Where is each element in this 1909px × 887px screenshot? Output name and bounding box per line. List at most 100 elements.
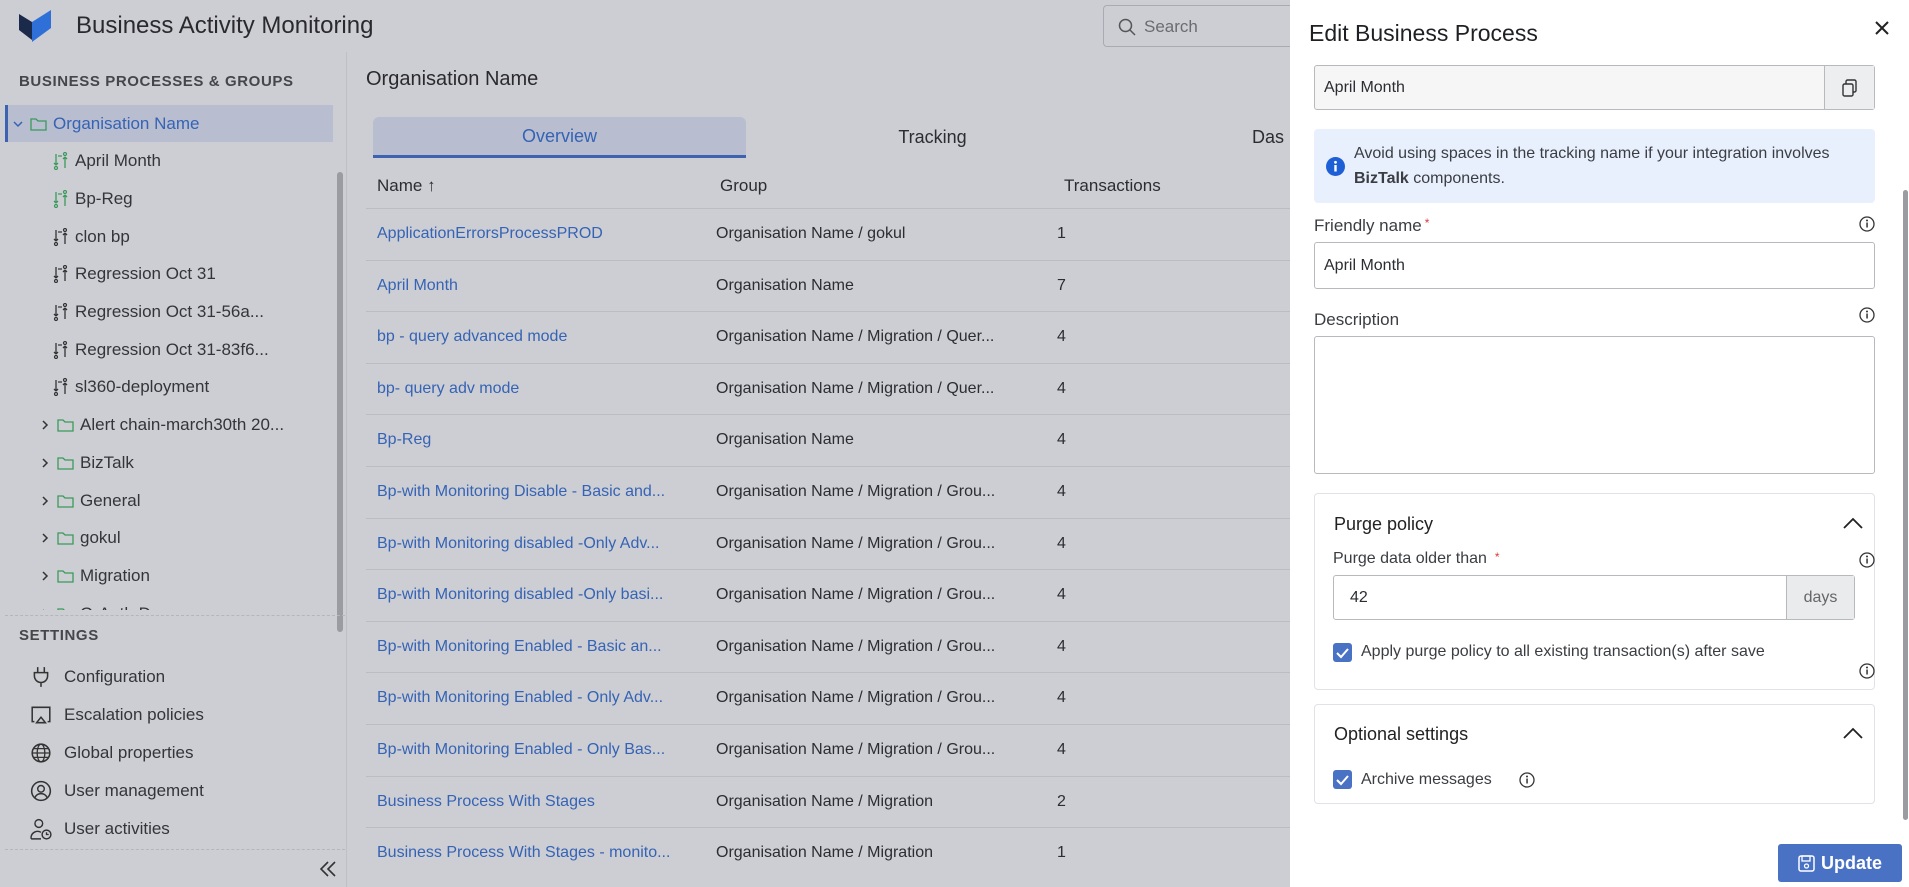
tab-overview[interactable]: Overview <box>373 117 746 158</box>
chevron-up-icon[interactable] <box>1842 516 1864 530</box>
chevron-right-icon[interactable] <box>39 570 51 582</box>
tree-label: gokul <box>80 528 121 548</box>
process-name-link[interactable]: Business Process With Stages - monito... <box>377 844 697 862</box>
process-name-link[interactable]: Bp-Reg <box>377 431 697 449</box>
group-cell: Organisation Name / Migration / Quer... <box>716 379 995 397</box>
tree-process[interactable]: sl360-deployment <box>5 369 333 406</box>
tree-process[interactable]: Regression Oct 31-83f6... <box>5 331 333 368</box>
table-row[interactable]: Bp-with Monitoring disabled -Only Adv...… <box>366 517 1290 570</box>
group-cell: Organisation Name <box>716 431 854 449</box>
info-icon[interactable] <box>1859 552 1875 568</box>
chevron-down-icon[interactable] <box>12 118 24 130</box>
table-row[interactable]: Business Process With Stages Organisation… <box>366 775 1290 828</box>
table-row[interactable]: April Month Organisation Name 7 <box>366 259 1290 312</box>
tree-group[interactable]: Migration <box>5 557 333 594</box>
search-placeholder: Search <box>1144 17 1198 36</box>
tree-group[interactable]: Alert chain-march30th 20... <box>5 407 333 444</box>
table-row[interactable]: Bp-with Monitoring Enabled - Basic an...… <box>366 620 1290 673</box>
copy-icon <box>1841 78 1857 97</box>
process-name-link[interactable]: bp- query adv mode <box>377 380 697 398</box>
friendly-name-input[interactable]: April Month <box>1314 242 1875 289</box>
tree-group[interactable]: gokul <box>5 520 333 557</box>
table-row[interactable]: Bp-with Monitoring Enabled - Only Bas...… <box>366 724 1290 776</box>
tree-group[interactable]: General <box>5 482 333 519</box>
column-group[interactable]: Group <box>720 176 767 196</box>
settings-item[interactable]: Global properties <box>30 742 193 764</box>
user-clock-icon <box>30 818 52 840</box>
tree-label: Regression Oct 31-83f6... <box>75 339 269 359</box>
info-icon[interactable] <box>1859 307 1875 323</box>
table-row[interactable]: ApplicationErrorsProcessPROD Organisation… <box>366 208 1290 260</box>
process-name-link[interactable]: Bp-with Monitoring Enabled - Only Adv... <box>377 689 697 707</box>
process-name-link[interactable]: Bp-with Monitoring disabled -Only basi..… <box>377 586 697 604</box>
settings-title: SETTINGS <box>19 627 99 644</box>
purge-policy-card: Purge policy Purge data older than * 42 d… <box>1314 493 1875 690</box>
chevron-right-icon[interactable] <box>39 532 51 544</box>
info-icon[interactable] <box>1859 216 1875 232</box>
chevron-up-icon[interactable] <box>1842 726 1864 740</box>
transactions-cell: 4 <box>1057 534 1066 552</box>
panel-title: Edit Business Process <box>1309 20 1538 46</box>
transactions-cell: 4 <box>1057 637 1066 655</box>
close-icon[interactable] <box>1870 16 1894 40</box>
tree-group[interactable]: BizTalk <box>5 444 333 481</box>
tree-process[interactable]: clon bp <box>5 218 333 255</box>
page-title: Organisation Name <box>366 68 539 90</box>
panel-scrollbar[interactable] <box>1903 60 1909 840</box>
table-row[interactable]: Business Process With Stages - monito...… <box>366 827 1290 879</box>
archive-messages-label[interactable]: Archive messages <box>1361 771 1492 789</box>
settings-item[interactable]: Escalation policies <box>30 704 204 726</box>
update-button[interactable]: Update <box>1778 844 1902 882</box>
process-name-link[interactable]: Bp-with Monitoring disabled -Only Adv... <box>377 535 697 553</box>
tree-label: Migration <box>80 565 150 585</box>
tree-process[interactable]: April Month <box>5 143 333 180</box>
tree-process[interactable]: Regression Oct 31 <box>5 256 333 293</box>
tree-group[interactable]: Organisation Name <box>5 105 333 142</box>
process-name-link[interactable]: ApplicationErrorsProcessPROD <box>377 225 697 243</box>
settings-item[interactable]: Configuration <box>30 666 165 688</box>
process-name-link[interactable]: April Month <box>377 277 697 295</box>
info-icon[interactable] <box>1519 772 1535 788</box>
purge-days-input[interactable]: 42 days <box>1333 575 1855 620</box>
process-name-link[interactable]: Bp-with Monitoring Disable - Basic and..… <box>377 483 697 501</box>
chevron-right-icon[interactable] <box>39 495 51 507</box>
process-name-link[interactable]: bp - query advanced mode <box>377 328 697 346</box>
tree-group[interactable]: O-Auth Demo <box>5 595 333 610</box>
info-icon[interactable] <box>1859 663 1875 679</box>
table-row[interactable]: bp - query advanced mode Organisation Nam… <box>366 311 1290 363</box>
chevron-right-icon[interactable] <box>39 608 51 610</box>
column-transactions[interactable]: Transactions <box>1064 176 1161 196</box>
description-textarea[interactable] <box>1314 336 1875 474</box>
folder-icon <box>57 457 74 470</box>
tree-label: Regression Oct 31-56a... <box>75 302 264 321</box>
tree-process[interactable]: Bp-Reg <box>5 180 333 217</box>
info-text: Avoid using spaces in the tracking name … <box>1354 141 1864 191</box>
transactions-cell: 4 <box>1057 379 1066 397</box>
chevron-right-icon[interactable] <box>39 457 51 469</box>
process-name-link[interactable]: Bp-with Monitoring Enabled - Only Bas... <box>377 741 697 759</box>
settings-item[interactable]: User management <box>30 780 204 802</box>
settings-item[interactable]: User activities <box>30 818 170 840</box>
tree-scrollbar[interactable] <box>336 172 344 632</box>
table-row[interactable]: Bp-with Monitoring disabled -Only basi..… <box>366 569 1290 621</box>
transactions-cell: 4 <box>1057 328 1066 346</box>
archive-messages-checkbox[interactable] <box>1333 770 1352 789</box>
apply-purge-label[interactable]: Apply purge policy to all existing trans… <box>1361 643 1765 661</box>
group-cell: Organisation Name / Migration / Grou... <box>716 689 996 707</box>
column-name[interactable]: Name ↑ <box>377 176 436 196</box>
table-row[interactable]: Bp-with Monitoring Disable - Basic and..… <box>366 466 1290 518</box>
copy-button[interactable] <box>1824 66 1874 109</box>
search-input[interactable]: Search <box>1103 5 1303 47</box>
process-tree: Organisation Name April Month Bp-Reg clon b… <box>0 105 336 610</box>
table-row[interactable]: bp- query adv mode Organisation Name / Mi… <box>366 362 1290 415</box>
tab-tracking[interactable]: Tracking <box>746 117 1119 158</box>
process-name-link[interactable]: Business Process With Stages <box>377 793 697 811</box>
chevron-right-icon[interactable] <box>39 419 51 431</box>
group-cell: Organisation Name / Migration <box>716 792 933 810</box>
collapse-sidebar-icon[interactable] <box>318 859 338 879</box>
tree-process[interactable]: Regression Oct 31-56a... <box>5 294 333 331</box>
process-name-link[interactable]: Bp-with Monitoring Enabled - Basic an... <box>377 638 697 656</box>
table-row[interactable]: Bp-Reg Organisation Name 4 <box>366 414 1290 466</box>
apply-purge-checkbox[interactable] <box>1333 643 1352 662</box>
table-row[interactable]: Bp-with Monitoring Enabled - Only Adv...… <box>366 672 1290 724</box>
